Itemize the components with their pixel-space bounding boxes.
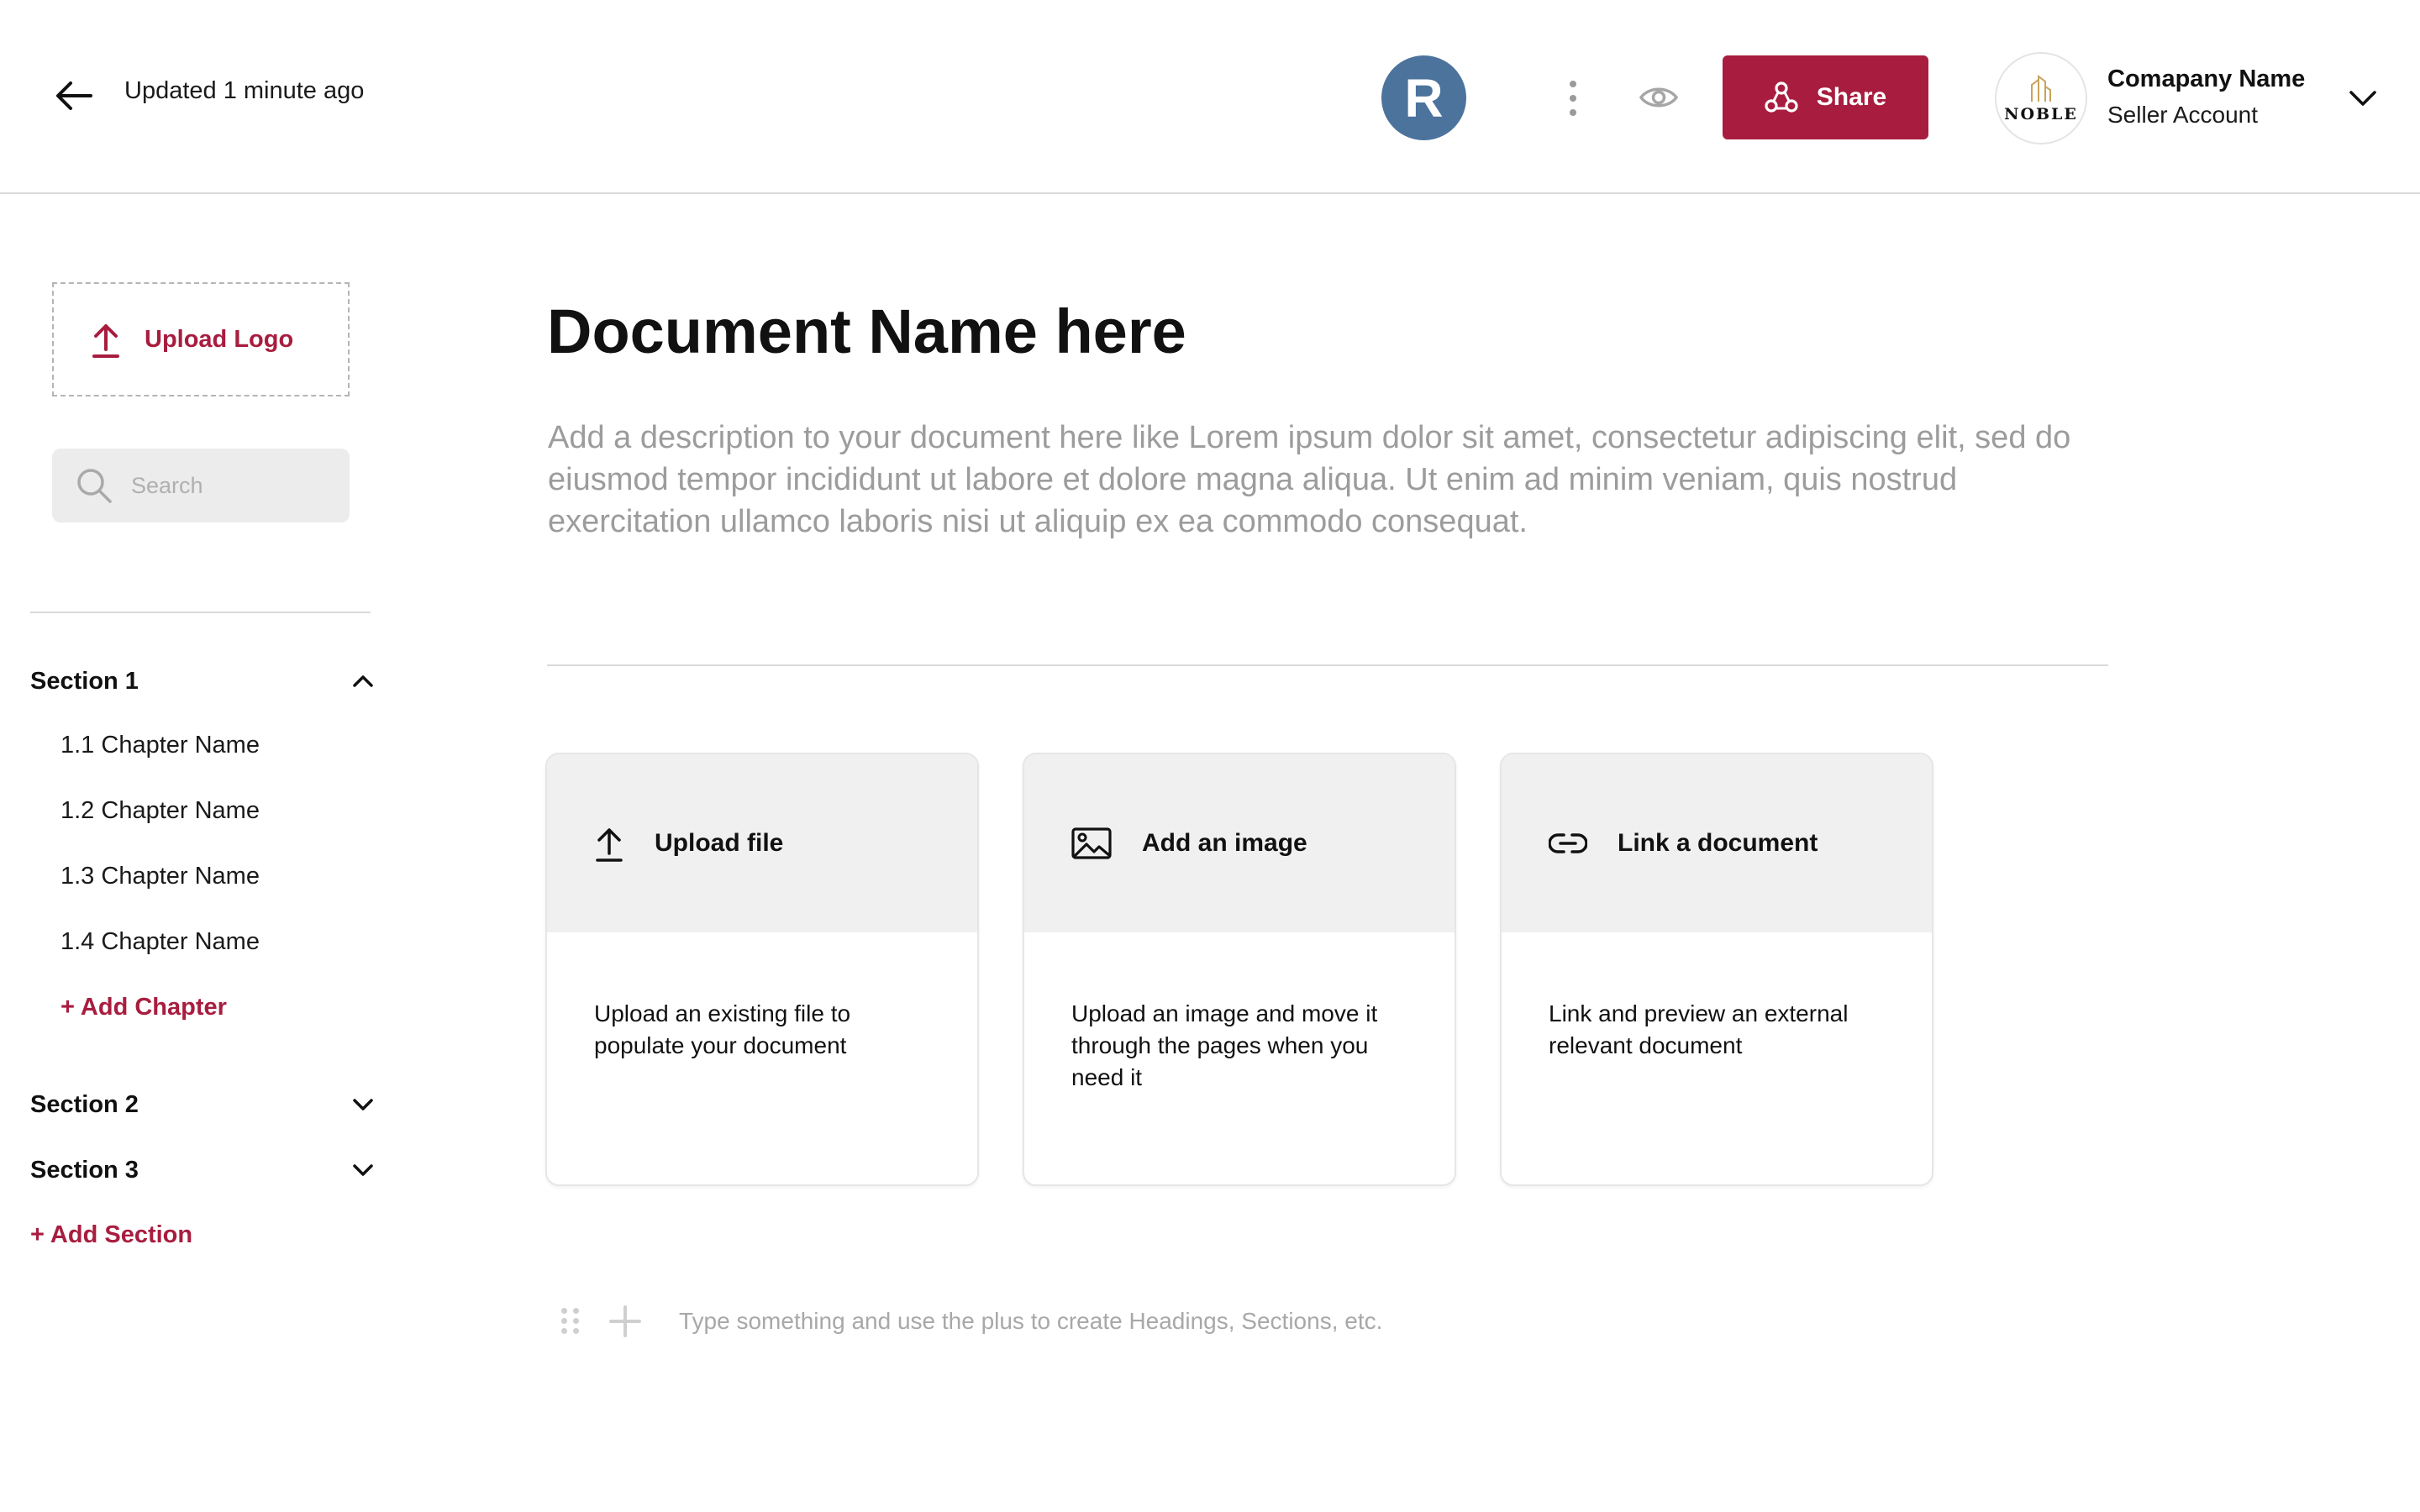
company-name: Comapany Name: [2107, 66, 2306, 92]
card-title: Add an image: [1142, 829, 1307, 857]
card-description: Upload an image and move it through the …: [1071, 1000, 1378, 1090]
chevron-down-icon[interactable]: [2348, 87, 2378, 109]
section-label: Section 3: [30, 1156, 139, 1184]
document-title[interactable]: Document Name here: [547, 296, 1186, 367]
chevron-down-icon[interactable]: [351, 1162, 375, 1179]
sidebar-chapter-1-2[interactable]: 1.2 Chapter Name: [60, 797, 260, 825]
search-input[interactable]: [131, 472, 333, 499]
card-header: Upload file: [547, 754, 977, 932]
share-network-icon: [1765, 81, 1798, 113]
top-bar: Updated 1 minute ago R Share NOBLE Comap…: [0, 0, 2420, 194]
add-image-card[interactable]: Add an image Upload an image and move it…: [1023, 753, 1456, 1186]
content-divider: [547, 664, 2108, 666]
document-description[interactable]: Add a description to your document here …: [548, 417, 2111, 543]
card-description: Link and preview an external relevant do…: [1549, 1000, 1849, 1058]
upload-file-card[interactable]: Upload file Upload an existing file to p…: [545, 753, 979, 1186]
link-document-card[interactable]: Link a document Link and preview an exte…: [1500, 753, 1933, 1186]
sidebar-section-3[interactable]: Section 3: [30, 1152, 375, 1189]
upload-icon: [92, 324, 119, 358]
sidebar-chapter-1-4[interactable]: 1.4 Chapter Name: [60, 928, 260, 956]
sidebar-divider: [30, 612, 371, 613]
company-logo[interactable]: NOBLE: [1995, 52, 2087, 144]
account-type: Seller Account: [2107, 102, 2258, 128]
chevron-down-icon[interactable]: [351, 1096, 375, 1113]
card-title: Upload file: [655, 829, 784, 857]
user-avatar[interactable]: R: [1381, 55, 1466, 140]
last-updated-text: Updated 1 minute ago: [124, 77, 365, 104]
share-button[interactable]: Share: [1723, 55, 1928, 139]
avatar-initial: R: [1404, 67, 1444, 129]
sidebar-section-2[interactable]: Section 2: [30, 1086, 375, 1123]
share-label: Share: [1816, 83, 1887, 111]
plus-icon[interactable]: [608, 1305, 642, 1338]
chevron-up-icon[interactable]: [351, 673, 375, 690]
add-chapter-link[interactable]: + Add Chapter: [60, 994, 227, 1021]
section-label: Section 1: [30, 667, 139, 695]
card-title: Link a document: [1618, 829, 1818, 857]
building-logo-icon: [2031, 75, 2051, 102]
card-header: Link a document: [1502, 754, 1932, 932]
sidebar-chapter-1-1[interactable]: 1.1 Chapter Name: [60, 732, 260, 759]
editor-block: [561, 1300, 1687, 1342]
upload-logo-button[interactable]: Upload Logo: [52, 282, 350, 396]
card-description: Upload an existing file to populate your…: [594, 1000, 851, 1058]
editor-input[interactable]: [679, 1308, 1687, 1335]
add-section-link[interactable]: + Add Section: [30, 1221, 192, 1249]
drag-handle-icon[interactable]: [561, 1305, 581, 1338]
image-icon: [1071, 827, 1112, 859]
back-arrow-icon[interactable]: [54, 79, 94, 113]
upload-icon: [596, 828, 623, 862]
upload-logo-label: Upload Logo: [145, 325, 294, 353]
preview-eye-icon[interactable]: [1639, 81, 1679, 114]
card-header: Add an image: [1024, 754, 1455, 932]
search-box[interactable]: [52, 449, 350, 522]
link-icon: [1549, 833, 1587, 853]
more-options-icon[interactable]: [1561, 81, 1585, 116]
company-logo-text: NOBLE: [2004, 105, 2078, 123]
search-icon: [77, 469, 112, 503]
sidebar-chapter-1-3[interactable]: 1.3 Chapter Name: [60, 863, 260, 890]
section-label: Section 2: [30, 1090, 139, 1118]
sidebar-section-1[interactable]: Section 1: [30, 663, 375, 700]
